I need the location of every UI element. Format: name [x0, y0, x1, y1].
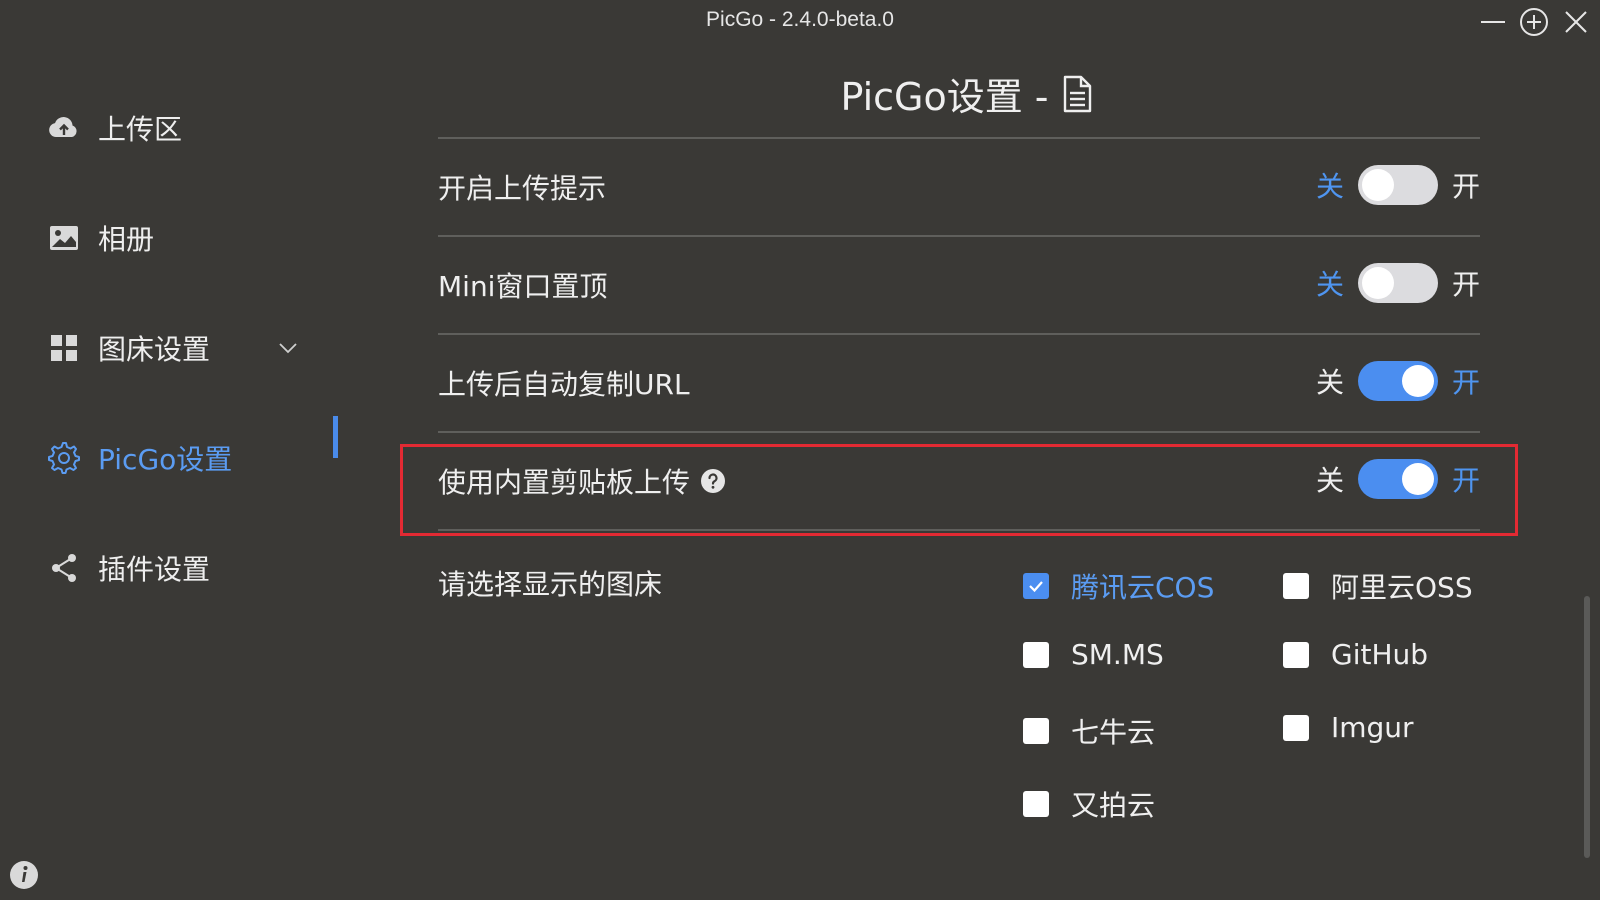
toggle-on-label: 开 [1451, 170, 1480, 203]
minimize-icon [1481, 21, 1505, 23]
picbed-checkbox-upyun[interactable]: 又拍云 [1023, 784, 1155, 824]
share-icon [44, 548, 84, 588]
toggle-group: 关 开 [1316, 359, 1480, 403]
switch-knob [1401, 365, 1434, 397]
setting-row-auto-copy-url: 上传后自动复制URL 关 开 [438, 335, 1480, 429]
picbed-checkbox-aliyun[interactable]: 阿里云OSS [1283, 566, 1473, 606]
picbed-checkbox-smms[interactable]: SM.MS [1023, 638, 1164, 671]
setting-row-upload-notification: 开启上传提示 关 开 [438, 139, 1480, 233]
active-indicator [333, 416, 338, 458]
sidebar: 上传区 相册 图床设置 PicGo设置 插件设置 [0, 44, 345, 900]
check-icon [1029, 581, 1043, 593]
setting-label: Mini窗口置顶 [438, 270, 608, 303]
document-icon[interactable] [1059, 74, 1095, 114]
checkbox-box [1023, 573, 1049, 599]
chevron-down-icon[interactable] [276, 336, 300, 360]
sidebar-item-label: 相册 [98, 223, 155, 256]
setting-row-builtin-clipboard: 使用内置剪贴板上传 关 开 [438, 433, 1480, 527]
title-bar: PicGo - 2.4.0-beta.0 [0, 0, 1600, 44]
checkbox-box [1283, 573, 1309, 599]
cloud-upload-icon [44, 108, 84, 148]
plus-circle-icon [1520, 8, 1548, 36]
sidebar-item-label: PicGo设置 [98, 443, 233, 476]
toggle-off-label: 关 [1315, 268, 1344, 301]
checkbox-label: 七牛云 [1071, 716, 1156, 749]
toggle-group: 关 开 [1316, 457, 1480, 501]
picbed-select-label: 请选择显示的图床 [438, 568, 663, 601]
toggle-on-label: 开 [1451, 268, 1480, 301]
checkbox-label: SM.MS [1071, 638, 1164, 671]
image-icon [44, 218, 84, 258]
checkbox-box [1023, 641, 1049, 668]
sidebar-item-label: 图床设置 [98, 333, 211, 366]
sidebar-item-label: 上传区 [98, 113, 183, 146]
toggle-off-label: 关 [1315, 464, 1344, 497]
checkbox-label: Imgur [1331, 711, 1414, 744]
builtin-clipboard-switch[interactable] [1357, 459, 1438, 499]
switch-knob [1361, 169, 1394, 201]
window-title: PicGo - 2.4.0-beta.0 [706, 8, 894, 31]
toggle-off-label: 关 [1315, 366, 1344, 399]
checkbox-label: GitHub [1331, 638, 1429, 671]
toggle-group: 关 开 [1316, 163, 1480, 207]
checkbox-box [1023, 718, 1049, 744]
page-title-text: PicGo设置 - [840, 75, 1049, 119]
sidebar-item-label: 插件设置 [98, 553, 211, 586]
toggle-group: 关 开 [1316, 261, 1480, 305]
scrollbar[interactable] [1584, 596, 1590, 858]
sidebar-item-picbed-settings[interactable]: 图床设置 [44, 320, 304, 376]
setting-label-text: 使用内置剪贴板上传 [438, 466, 691, 499]
mini-window-top-switch[interactable] [1357, 263, 1438, 303]
sidebar-item-upload[interactable]: 上传区 [44, 100, 304, 156]
picbed-checkbox-qiniu[interactable]: 七牛云 [1023, 711, 1155, 751]
setting-label: 开启上传提示 [438, 172, 607, 205]
checkbox-label: 腾讯云COS [1071, 571, 1215, 604]
close-icon [1565, 11, 1587, 33]
picbed-checkbox-imgur[interactable]: Imgur [1283, 711, 1414, 744]
info-icon[interactable] [9, 860, 39, 890]
switch-knob [1361, 267, 1394, 299]
setting-row-mini-window-top: Mini窗口置顶 关 开 [438, 237, 1480, 331]
checkbox-box [1023, 791, 1049, 817]
checkbox-label: 阿里云OSS [1331, 571, 1473, 604]
minimize-button[interactable] [1477, 6, 1509, 38]
close-button[interactable] [1560, 6, 1592, 38]
auto-copy-url-switch[interactable] [1357, 361, 1438, 401]
page-title: PicGo设置 - [345, 66, 1590, 121]
divider [438, 529, 1480, 531]
picbed-checkbox-github[interactable]: GitHub [1283, 638, 1428, 671]
sidebar-item-gallery[interactable]: 相册 [44, 210, 304, 266]
sidebar-item-plugin-settings[interactable]: 插件设置 [44, 540, 304, 596]
setting-label: 上传后自动复制URL [438, 368, 690, 401]
grid-icon [44, 328, 84, 368]
toggle-off-label: 关 [1315, 170, 1344, 203]
checkbox-label: 又拍云 [1071, 789, 1156, 822]
help-icon[interactable] [700, 468, 726, 494]
checkbox-box [1283, 641, 1309, 668]
picbed-checkbox-tcyun[interactable]: 腾讯云COS [1023, 566, 1214, 606]
sidebar-item-picgo-settings[interactable]: PicGo设置 [44, 430, 304, 486]
picgo-window: PicGo - 2.4.0-beta.0 上传区 相册 图床设置 PicGo设置… [0, 0, 1600, 900]
switch-knob [1401, 463, 1434, 495]
toggle-on-label: 开 [1451, 464, 1480, 497]
gear-icon [44, 438, 84, 478]
setting-label: 使用内置剪贴板上传 [438, 461, 726, 501]
maximize-button[interactable] [1518, 6, 1550, 38]
upload-notification-switch[interactable] [1357, 165, 1438, 205]
checkbox-box [1283, 714, 1309, 741]
toggle-on-label: 开 [1451, 366, 1480, 399]
